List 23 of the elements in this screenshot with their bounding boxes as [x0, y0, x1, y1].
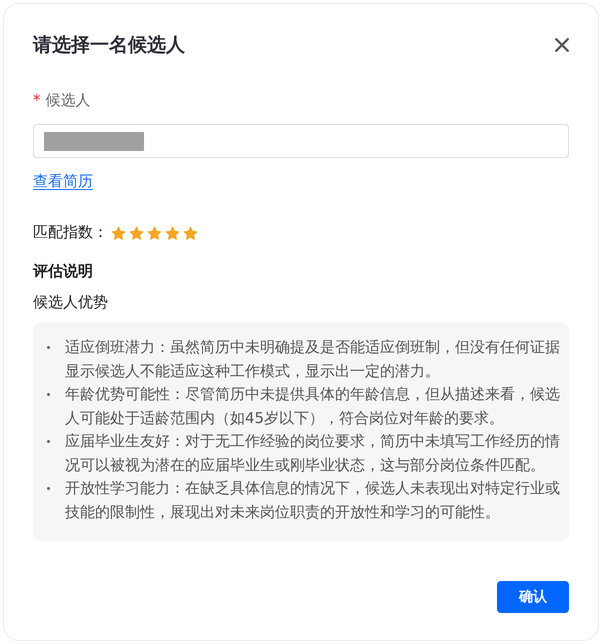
field-label: 候选人 [46, 90, 90, 111]
confirm-button[interactable]: 确认 [497, 581, 569, 613]
strength-text: 应届毕业生友好：对于无工作经验的岗位要求，简历中未填写工作经历的情况可以被视为潜在的应届毕业生或刚毕业状态，这与部分岗位条件匹配。 [65, 431, 561, 476]
bullet-icon [47, 346, 50, 349]
strength-text: 开放性学习能力：在缺乏具体信息的情况下，候选人未表现出对特定行业或技能的限制性，展现出对未来岗位职责的开放性和学习的可能性。 [65, 478, 561, 522]
required-mark: * [33, 90, 40, 111]
section-heading: 评估说明 [33, 261, 93, 282]
bullet-icon [47, 487, 50, 490]
match-label: 匹配指数： [33, 222, 108, 243]
input-field[interactable] [33, 124, 569, 158]
bullet-icon [47, 440, 50, 443]
dialog-title: 请选择一名候选人 [33, 33, 185, 57]
star-icon [111, 226, 126, 241]
close-icon[interactable] [555, 38, 569, 52]
bullet-icon [47, 393, 50, 396]
section-subheading: 候选人优势 [33, 292, 108, 313]
strength-text: 适应倒班潜力：虽然简历中未明确提及是否能适应倒班制，但没有任何证据显示候选人不能适应这种工作模式，显示出一定的潜力。 [65, 337, 561, 382]
star-icon [165, 226, 180, 241]
strength-text: 年龄优势可能性：尽管简历中未提供具体的年龄信息，但从描述来看，候选人可能处于适龄范围内（如45岁以下），符合岗位对年龄的要求。 [65, 384, 561, 428]
view-resume-link[interactable]: 查看简历 [33, 170, 93, 192]
star-icon [183, 226, 198, 241]
star-icon [129, 226, 144, 241]
star-icon [147, 226, 162, 241]
